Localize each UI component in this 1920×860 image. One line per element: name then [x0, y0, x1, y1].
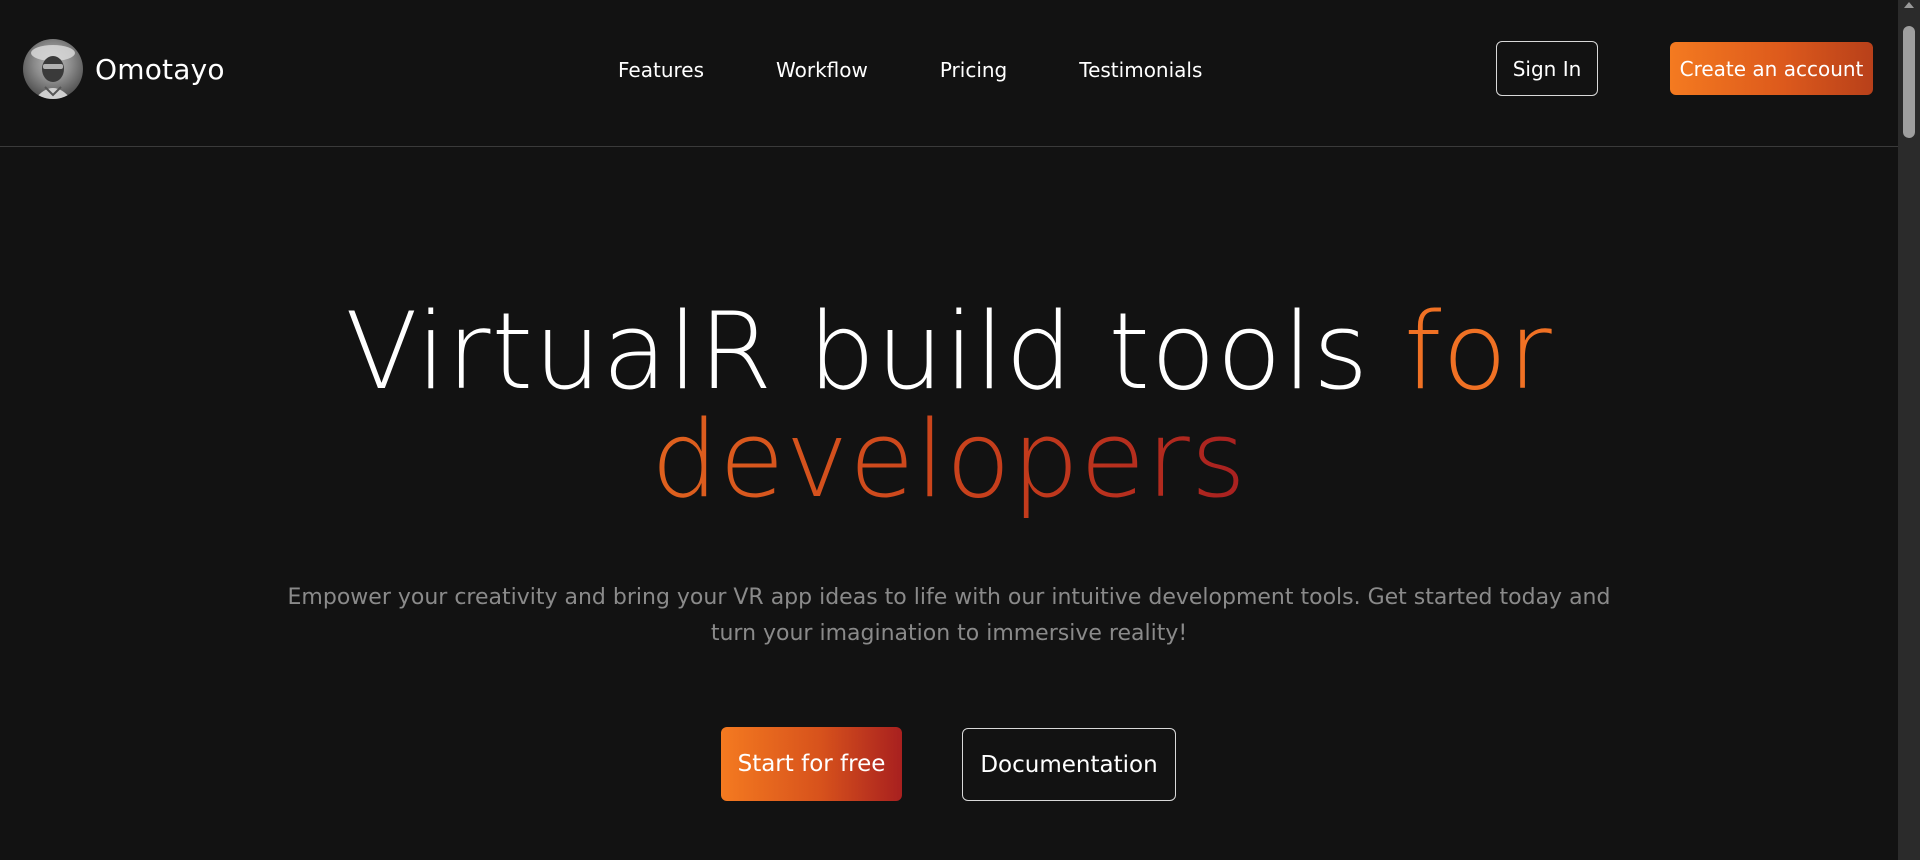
start-for-free-button[interactable]: Start for free [721, 727, 902, 801]
profile-photo-icon [31, 45, 75, 99]
hero-title-accent-for: for [1403, 290, 1553, 413]
documentation-button[interactable]: Documentation [962, 728, 1176, 801]
landing-page: Omotayo Features Workflow Pricing Testim… [0, 0, 1898, 860]
nav-item-pricing[interactable]: Pricing [940, 53, 1007, 87]
nav-item-workflow[interactable]: Workflow [776, 53, 868, 87]
site-header: Omotayo Features Workflow Pricing Testim… [0, 0, 1898, 147]
brand-name: Omotayo [95, 52, 225, 86]
scroll-up-arrow-icon[interactable] [1904, 2, 1914, 8]
hero-title-main: VirtualR build tools [345, 290, 1370, 413]
scrollbar-thumb[interactable] [1903, 26, 1915, 138]
hero-title: VirtualR build tools for developers [0, 298, 1898, 514]
main-nav: Features Workflow Pricing Testimonials [618, 53, 1202, 87]
nav-item-features[interactable]: Features [618, 53, 704, 87]
avatar [23, 39, 83, 99]
brand[interactable]: Omotayo [23, 39, 225, 99]
sign-in-button[interactable]: Sign In [1496, 41, 1598, 96]
nav-item-testimonials[interactable]: Testimonials [1079, 53, 1202, 87]
create-account-button[interactable]: Create an account [1670, 42, 1873, 95]
hero-subtitle: Empower your creativity and bring your V… [287, 585, 1611, 646]
vertical-scrollbar[interactable] [1898, 0, 1920, 860]
hero-title-accent-developers: developers [650, 398, 1248, 521]
